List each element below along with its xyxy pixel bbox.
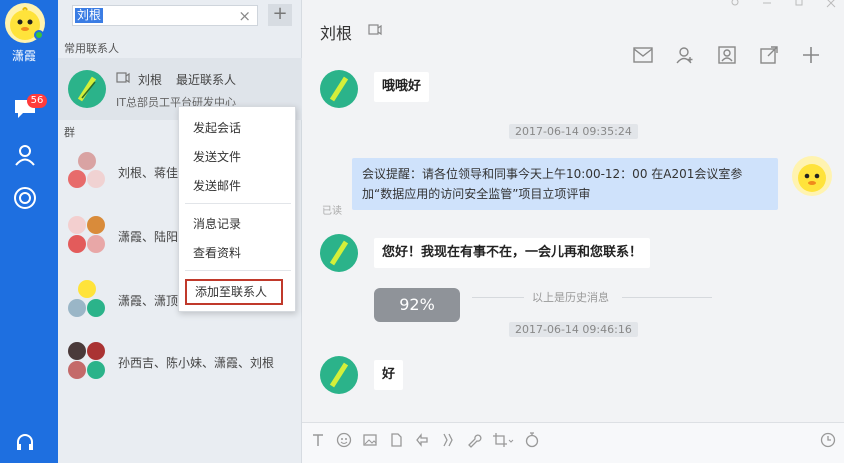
frequent-contacts-label: 常用联系人: [64, 42, 119, 55]
more-plus-icon[interactable]: [800, 44, 822, 66]
contact-avatar: [68, 70, 106, 108]
vibrate-icon[interactable]: [440, 432, 456, 451]
contact-card-icon: [116, 72, 130, 87]
search-query: 刘根: [75, 8, 104, 23]
file-icon[interactable]: [388, 432, 404, 451]
history-divider: [622, 297, 712, 298]
search-input[interactable]: 刘根 ×: [72, 5, 258, 26]
font-icon[interactable]: [310, 432, 326, 451]
window-controls: [730, 0, 836, 11]
shake-icon[interactable]: [414, 432, 430, 451]
chat-toolbar: [632, 44, 822, 66]
message-timestamp: 2017-06-14 09:35:24: [509, 124, 638, 139]
close-icon[interactable]: [826, 0, 836, 11]
group-name: 潇霞、陆阳: [118, 230, 179, 244]
group-name: 孙西吉、陈小妹、潇霞、刘根: [118, 356, 275, 370]
share-window-icon[interactable]: [758, 44, 780, 66]
screenshot-icon[interactable]: [492, 432, 514, 451]
left-nav: 潇霞 56: [0, 0, 58, 463]
remote-assist-icon[interactable]: [524, 432, 540, 451]
group-avatar: [68, 342, 106, 380]
menu-separator: [185, 270, 291, 271]
group-avatar: [68, 152, 106, 190]
unread-badge: 56: [27, 94, 47, 108]
pin-icon[interactable]: [730, 0, 740, 11]
minimize-icon[interactable]: [762, 0, 772, 11]
history-divider-text: 以上是历史消息: [532, 291, 609, 304]
menu-add-to-contacts[interactable]: 添加至联系人: [185, 279, 283, 305]
message-timestamp: 2017-06-14 09:46:16: [509, 322, 638, 337]
my-name: 潇霞: [11, 49, 36, 63]
clear-search-icon[interactable]: ×: [238, 7, 251, 25]
sender-avatar[interactable]: [320, 234, 358, 272]
image-icon[interactable]: [362, 432, 378, 451]
add-button[interactable]: +: [268, 4, 292, 26]
apps-nav-icon[interactable]: [12, 185, 38, 211]
maximize-icon[interactable]: [794, 0, 804, 11]
message-bubble: 好: [374, 360, 404, 390]
groups-label: 群: [64, 126, 75, 139]
message-bubble: 哦哦好: [374, 72, 430, 102]
menu-send-email[interactable]: 发送邮件: [193, 177, 241, 194]
group-name: 刘根、蒋佳: [118, 166, 179, 180]
emoji-icon[interactable]: [336, 432, 352, 451]
context-menu: 发起会话 发送文件 发送邮件 消息记录 查看资料 添加至联系人: [178, 106, 296, 312]
menu-separator: [185, 203, 291, 204]
message-list[interactable]: 哦哦好 2017-06-14 09:35:24 会议提醒：请各位领导和同事今天上…: [302, 70, 844, 422]
sender-avatar[interactable]: [320, 356, 358, 394]
my-message-bubble: 会议提醒：请各位领导和同事今天上午10:00-12：00 在A201会议室参加“…: [352, 158, 778, 210]
online-status-dot: [34, 30, 44, 40]
input-toolbar: [302, 422, 844, 463]
recent-contact-tag: 最近联系人: [176, 73, 237, 87]
chat-panel: 刘根 哦哦好 2017-06-14 09:35:24 会议提醒：请各位领导和同事…: [302, 0, 844, 463]
history-clock-icon[interactable]: [820, 432, 836, 451]
contacts-nav-icon[interactable]: [12, 142, 38, 168]
recent-contact-name: 刘根: [138, 73, 163, 87]
menu-message-history[interactable]: 消息记录: [193, 215, 241, 232]
contact-card-icon[interactable]: [368, 24, 382, 39]
tool-icon[interactable]: [466, 432, 482, 451]
my-avatar[interactable]: [792, 156, 832, 196]
sender-avatar[interactable]: [320, 70, 358, 108]
read-flag: 已读: [322, 206, 342, 217]
upload-progress: 92%: [374, 288, 460, 322]
group-avatar: [68, 280, 106, 318]
group-row[interactable]: 孙西吉、陈小妹、潇霞、刘根: [58, 332, 302, 392]
chat-title: 刘根: [320, 24, 353, 43]
mail-icon[interactable]: [632, 44, 654, 66]
message-bubble: 您好！我现在有事不在，一会儿再和您联系！: [374, 238, 651, 268]
profile-card-icon[interactable]: [716, 44, 738, 66]
add-member-icon[interactable]: [674, 44, 696, 66]
group-name: 潇霞、潇顶: [118, 294, 179, 308]
group-avatar: [68, 216, 106, 254]
history-divider: [472, 297, 524, 298]
menu-start-chat[interactable]: 发起会话: [193, 119, 241, 136]
headset-icon[interactable]: [12, 430, 38, 456]
menu-view-profile[interactable]: 查看资料: [193, 244, 241, 261]
menu-send-file[interactable]: 发送文件: [193, 148, 241, 165]
